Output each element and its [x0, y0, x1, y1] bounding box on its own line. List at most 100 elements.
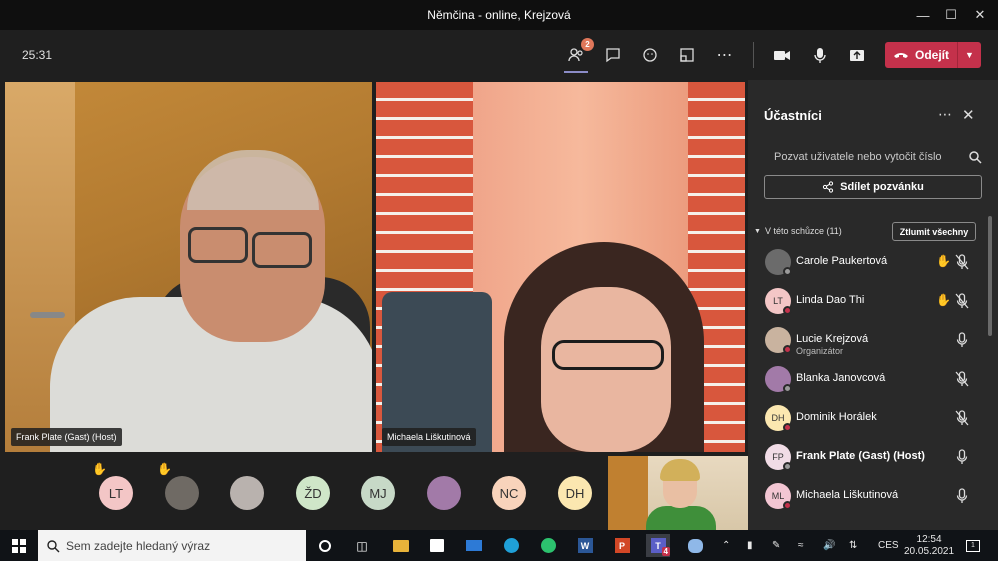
- reactions-button[interactable]: [636, 42, 664, 68]
- edge-dev-icon[interactable]: [536, 534, 560, 557]
- mic-muted-icon[interactable]: [954, 409, 970, 427]
- more-icon: ⋯: [716, 47, 734, 64]
- window-title: Němčina - online, Krejzová: [427, 8, 571, 22]
- participant-row[interactable]: Carole Paukertová ✋: [748, 243, 988, 282]
- invite-search[interactable]: [764, 144, 982, 170]
- share-screen-icon: [850, 50, 864, 61]
- participants-badge: 2: [581, 38, 594, 51]
- search-icon[interactable]: [968, 150, 982, 164]
- close-window-icon[interactable]: ✕: [962, 0, 998, 30]
- meeting-toolbar: 25:31 2 ⋯ Odejít ▼: [0, 30, 998, 80]
- cortana-icon[interactable]: [313, 534, 337, 557]
- rooms-icon: [680, 48, 694, 62]
- gallery-avatar[interactable]: MJ: [361, 476, 395, 510]
- chat-button[interactable]: [599, 42, 627, 68]
- microphone-icon[interactable]: [954, 331, 970, 349]
- wifi-icon[interactable]: ≈: [798, 530, 804, 561]
- leave-button[interactable]: Odejít ▼: [885, 42, 981, 68]
- participant-row[interactable]: FP Frank Plate (Gast) (Host): [748, 438, 988, 477]
- mic-muted-icon[interactable]: [954, 253, 970, 271]
- clock[interactable]: 12:54 20.05.2021: [904, 530, 954, 561]
- gallery-avatar-photo[interactable]: [427, 476, 461, 510]
- participant-row[interactable]: DH Dominik Horálek: [748, 399, 988, 438]
- share-screen-button[interactable]: [843, 42, 871, 68]
- share-invite-label: Sdílet pozvánku: [840, 181, 924, 193]
- presence-status-icon: [783, 423, 792, 432]
- panel-more-icon[interactable]: ⋯: [938, 106, 952, 123]
- in-meeting-section[interactable]: ▼ V této schůzce (11): [754, 226, 842, 236]
- video-tile-michaela[interactable]: Michaela Liškutinová: [376, 82, 745, 452]
- taskbar-search[interactable]: [38, 530, 306, 561]
- microphone-icon[interactable]: [954, 487, 970, 505]
- participant-row[interactable]: ML Michaela Liškutinová: [748, 477, 988, 516]
- participants-button[interactable]: 2: [562, 38, 594, 73]
- network-icon[interactable]: ⇅: [849, 530, 857, 561]
- language-indicator[interactable]: CES: [878, 530, 899, 561]
- panel-close-icon[interactable]: ✕: [962, 106, 975, 124]
- pen-icon[interactable]: ✎: [772, 530, 780, 561]
- active-indicator: [564, 71, 588, 73]
- battery-icon[interactable]: ▮: [747, 530, 753, 561]
- tray-chevron-icon[interactable]: ⌃: [722, 530, 730, 561]
- taskbar-search-input[interactable]: [66, 538, 221, 553]
- presence-status-icon: [783, 462, 792, 471]
- participant-name: Carole Paukertová: [796, 255, 888, 267]
- edge-icon[interactable]: [499, 534, 523, 557]
- meeting-timer: 25:31: [22, 48, 53, 62]
- teams-icon[interactable]: T 4: [646, 534, 670, 557]
- background-decor: [608, 456, 648, 530]
- participants-panel: Účastníci ⋯ ✕ Sdílet pozvánku ▼ V této s…: [748, 80, 998, 530]
- notifications-icon[interactable]: 1: [966, 530, 980, 561]
- start-button[interactable]: [7, 534, 31, 557]
- store-icon[interactable]: [425, 534, 449, 557]
- presence-status-icon: [783, 267, 792, 276]
- gallery-avatar-photo[interactable]: [165, 476, 199, 510]
- file-explorer-icon[interactable]: [389, 534, 413, 557]
- microphone-icon: [814, 48, 826, 63]
- rooms-button[interactable]: [673, 42, 701, 68]
- teams-badge: 4: [661, 547, 670, 556]
- share-invite-button[interactable]: Sdílet pozvánku: [764, 175, 982, 199]
- video-name-label: Frank Plate (Gast) (Host): [11, 428, 122, 446]
- self-video-preview[interactable]: [608, 456, 748, 530]
- presence-status-icon: [783, 306, 792, 315]
- clock-date: 20.05.2021: [904, 545, 955, 557]
- volume-icon[interactable]: 🔊: [823, 530, 835, 561]
- gallery-avatar[interactable]: DH: [558, 476, 592, 510]
- toolbar-separator: [753, 42, 754, 68]
- gallery-avatar-photo[interactable]: [230, 476, 264, 510]
- powerpoint-icon[interactable]: P: [610, 534, 634, 557]
- gallery-avatar[interactable]: NC: [492, 476, 526, 510]
- video-tile-frank[interactable]: Frank Plate (Gast) (Host): [5, 82, 372, 452]
- panel-scrollbar[interactable]: [988, 216, 992, 336]
- raised-hand-icon: ✋: [92, 462, 107, 476]
- gallery-avatar[interactable]: LT: [99, 476, 133, 510]
- presence-status-icon: [783, 501, 792, 510]
- participant-row[interactable]: LT Linda Dao Thi ✋: [748, 282, 988, 321]
- leave-options-button[interactable]: ▼: [957, 42, 981, 68]
- microphone-button[interactable]: [806, 42, 834, 68]
- leave-main[interactable]: Odejít: [885, 42, 957, 68]
- mail-icon[interactable]: [462, 534, 486, 557]
- participant-name: Lucie Krejzová: [796, 333, 869, 345]
- presence-status-icon: [783, 384, 792, 393]
- glasses-right: [252, 232, 312, 268]
- panel-title: Účastníci: [764, 108, 822, 123]
- chat-icon: [606, 48, 620, 63]
- microphone-icon[interactable]: [954, 448, 970, 466]
- mic-muted-icon[interactable]: [954, 370, 970, 388]
- participant-row[interactable]: Blanka Janovcová: [748, 360, 988, 399]
- participant-row[interactable]: Lucie Krejzová Organizátor: [748, 321, 988, 360]
- task-view-icon[interactable]: ◫: [350, 534, 374, 557]
- invite-input[interactable]: [764, 151, 968, 163]
- person-shirt: [646, 506, 716, 530]
- paint-icon[interactable]: [683, 534, 707, 557]
- camera-button[interactable]: [768, 42, 796, 68]
- mute-all-button[interactable]: Ztlumit všechny: [892, 222, 976, 241]
- participant-name: Blanka Janovcová: [796, 372, 886, 384]
- word-icon[interactable]: W: [573, 534, 597, 557]
- person-hair: [660, 459, 700, 481]
- mic-muted-icon[interactable]: [954, 292, 970, 310]
- gallery-avatar[interactable]: ŽD: [296, 476, 330, 510]
- more-actions-button[interactable]: ⋯: [711, 42, 739, 68]
